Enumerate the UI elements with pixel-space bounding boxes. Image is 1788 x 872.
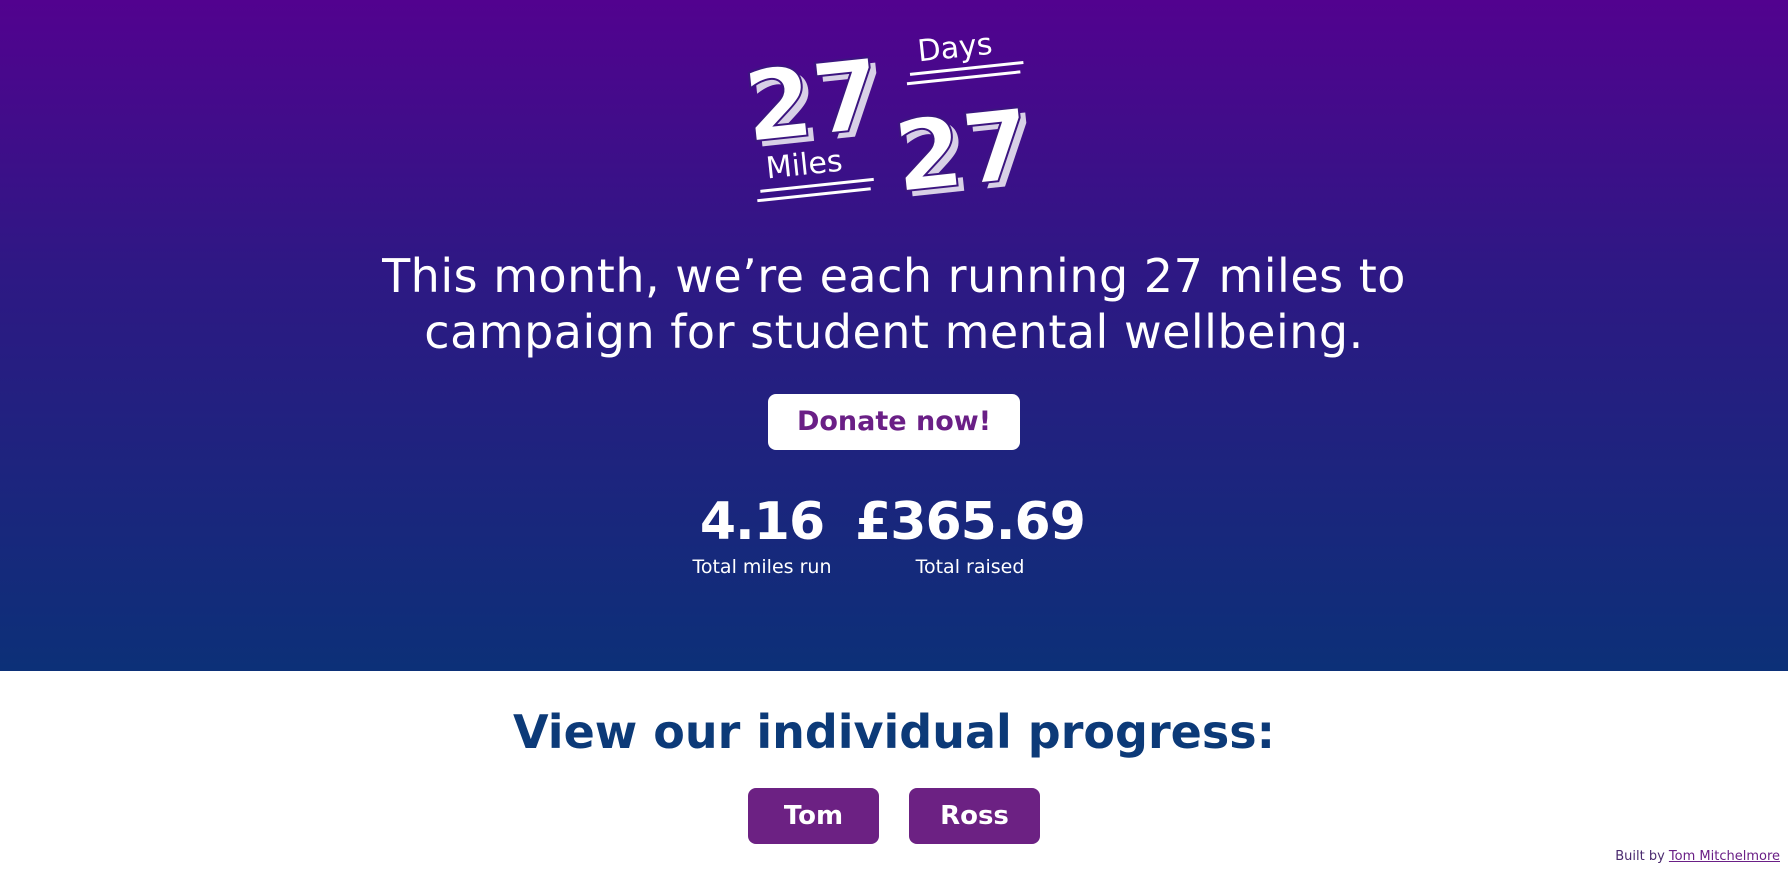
donate-button[interactable]: Donate now! xyxy=(768,394,1020,450)
progress-title: View our individual progress: xyxy=(513,705,1275,759)
miles-stat: 4.16 Total miles run xyxy=(690,490,834,580)
footer-credit: Built by Tom Mitchelmore xyxy=(1615,849,1780,864)
miles-value: 4.16 xyxy=(699,492,825,552)
footer-prefix: Built by xyxy=(1615,849,1665,864)
raised-stat: £365.69 Total raised xyxy=(850,490,1090,580)
campaign-tagline: This month, we’re each running 27 miles … xyxy=(382,249,1406,359)
logo-days-label: Days xyxy=(916,28,994,69)
hero-section: 27 27 Miles Days 27 27 This month, we’re… xyxy=(0,0,1788,671)
logo-days-number: 27 xyxy=(889,88,1037,213)
person-button-tom[interactable]: Tom xyxy=(748,788,879,844)
raised-label: Total raised xyxy=(915,556,1025,578)
raised-value: £365.69 xyxy=(855,492,1086,552)
author-link[interactable]: Tom Mitchelmore xyxy=(1669,849,1780,864)
miles-label: Total miles run xyxy=(692,556,832,578)
logo: 27 27 Miles Days 27 27 xyxy=(740,28,1040,213)
logo-miles-label: Miles xyxy=(764,144,844,187)
person-button-ross[interactable]: Ross xyxy=(909,788,1040,844)
